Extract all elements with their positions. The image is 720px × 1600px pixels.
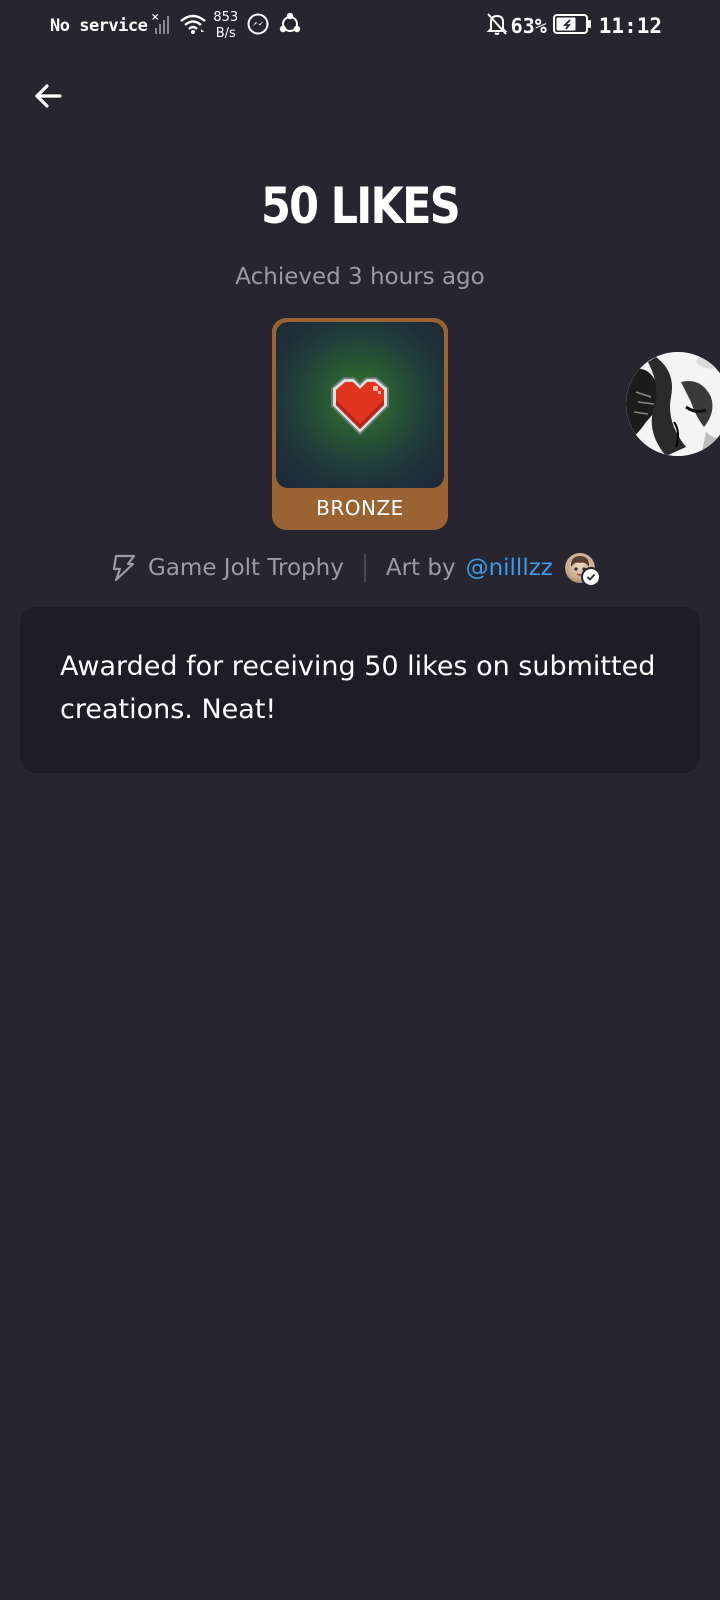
signal-icon: ×: [151, 12, 173, 40]
trophy-card: BRONZE: [272, 318, 448, 530]
svg-text:×: ×: [151, 12, 159, 23]
achieved-time: Achieved 3 hours ago: [235, 264, 485, 290]
status-bar-left: No service × 853 B/s: [50, 8, 302, 44]
artist-avatar[interactable]: [564, 553, 601, 587]
arrow-left-icon: [35, 84, 62, 108]
back-button[interactable]: [24, 72, 72, 120]
trophy-tier: BRONZE: [316, 496, 404, 520]
messenger-icon: [246, 12, 270, 40]
network-speed-unit: B/s: [215, 26, 236, 41]
status-bar-right: 63% 11:12: [486, 8, 662, 44]
status-bar: No service × 853 B/s 63% 11:12: [0, 0, 720, 52]
game-jolt-icon: [108, 554, 136, 582]
bell-off-icon: [486, 12, 508, 40]
trophy-title: 50 LIKES: [260, 177, 461, 235]
battery-percent: 63%: [510, 14, 547, 38]
trophy-source: Game Jolt Trophy: [148, 555, 344, 581]
art-by-label: Art by: [385, 555, 456, 581]
trophy-description: Awarded for receiving 50 likes on submit…: [60, 651, 656, 725]
wifi-icon: [179, 13, 207, 39]
clock: 11:12: [598, 14, 662, 38]
credits-divider: [363, 554, 366, 582]
battery-icon: [552, 13, 593, 39]
chat-head-avatar-image: [626, 352, 720, 456]
trophy-image: [276, 322, 444, 488]
carrier-label: No service: [50, 16, 148, 36]
description-card: Awarded for receiving 50 likes on submit…: [20, 607, 700, 773]
artist-link[interactable]: @nilllzz: [466, 555, 553, 581]
share-icon: [278, 12, 302, 40]
heart-icon: [331, 377, 389, 436]
network-speed-value: 853: [213, 10, 239, 25]
floating-chat-head[interactable]: [626, 352, 720, 456]
network-speed: 853 B/s: [213, 10, 238, 42]
credits-row: Game Jolt Trophy Art by @nilllzz: [108, 548, 601, 588]
verified-badge-icon: [580, 567, 601, 587]
